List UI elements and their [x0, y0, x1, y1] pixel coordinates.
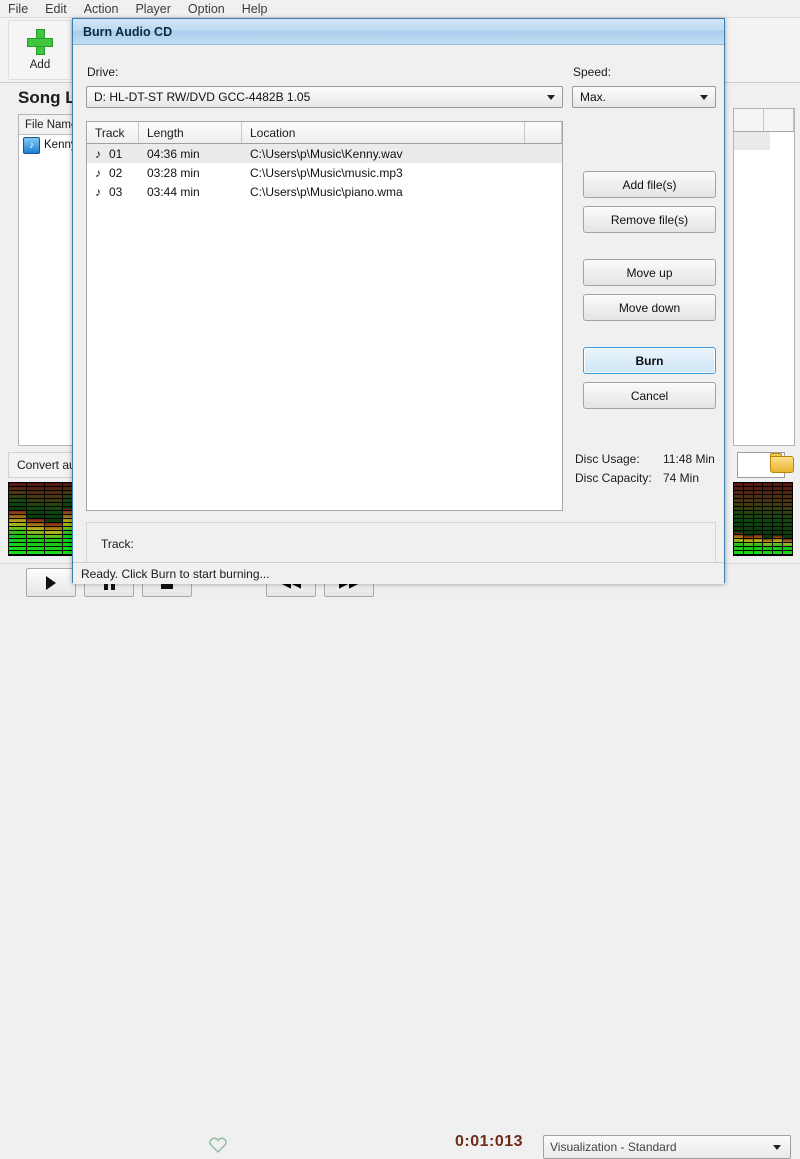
heart-icon[interactable] [208, 1136, 228, 1154]
equalizer-bar [9, 483, 27, 555]
chevron-down-icon [773, 1144, 781, 1150]
add-button[interactable]: Add [8, 20, 72, 80]
speed-select-value: Max. [580, 90, 607, 104]
plus-icon [27, 29, 53, 55]
disc-capacity-row: Disc Capacity: 74 Min [575, 471, 725, 485]
track-list-header: Track Length Location [87, 122, 562, 144]
move-down-button[interactable]: Move down [583, 294, 716, 321]
dialog-title: Burn Audio CD [83, 24, 173, 39]
drive-label: Drive: [87, 65, 119, 79]
burn-button[interactable]: Burn [583, 347, 716, 374]
play-icon[interactable] [26, 568, 76, 597]
disc-info: Disc Usage: 11:48 Min Disc Capacity: 74 … [575, 452, 725, 490]
add-files-button[interactable]: Add file(s) [583, 171, 716, 198]
track-length: 04:36 min [147, 146, 200, 161]
secondary-list-panel[interactable] [733, 108, 795, 446]
equalizer-bar [783, 483, 792, 555]
menu-item-edit[interactable]: Edit [45, 2, 67, 16]
menu-item-action[interactable]: Action [84, 2, 119, 16]
menu-item-help[interactable]: Help [242, 2, 268, 16]
disc-capacity-label: Disc Capacity: [575, 471, 652, 485]
track-number: 03 [109, 184, 123, 199]
secondary-list-row[interactable] [734, 132, 770, 150]
column-header-filler [525, 122, 562, 143]
disc-usage-row: Disc Usage: 11:48 Min [575, 452, 725, 466]
equalizer-bar [734, 483, 743, 555]
track-location: C:\Users\p\Music\piano.wma [250, 184, 403, 199]
cancel-button[interactable]: Cancel [583, 382, 716, 409]
move-up-button[interactable]: Move up [583, 259, 716, 286]
track-list-body: ♪ 01 04:36 min C:\Users\p\Music\Kenny.wav ♪ 0… [87, 144, 562, 201]
equalizer-bar [743, 483, 753, 555]
track-length: 03:44 min [147, 184, 200, 199]
equalizer-bar [27, 483, 45, 555]
equalizer-bar [45, 483, 63, 555]
column-header-track: Track [87, 122, 139, 143]
track-row[interactable]: ♪ 02 03:28 min C:\Users\p\Music\music.mp3 [87, 163, 562, 182]
add-button-label: Add [29, 59, 51, 71]
dialog-status-bar: Ready. Click Burn to start burning... [73, 562, 724, 584]
menu-item-player[interactable]: Player [135, 2, 170, 16]
equalizer-bar [753, 483, 763, 555]
track-length: 03:28 min [147, 165, 200, 180]
burn-audio-cd-dialog: Burn Audio CD Drive: D: HL-DT-ST RW/DVD … [72, 18, 725, 584]
chevron-down-icon [547, 94, 555, 100]
drive-select-value: D: HL-DT-ST RW/DVD GCC-4482B 1.05 [94, 90, 311, 104]
secondary-header-col-1 [734, 109, 764, 131]
secondary-header-col-2 [764, 109, 794, 131]
dialog-body: Drive: D: HL-DT-ST RW/DVD GCC-4482B 1.05… [73, 45, 724, 584]
remove-files-button[interactable]: Remove file(s) [583, 206, 716, 233]
visualization-select[interactable]: Visualization - Standard [543, 1135, 791, 1159]
track-location: C:\Users\p\Music\music.mp3 [250, 165, 403, 180]
folder-icon[interactable] [770, 453, 794, 473]
speed-select[interactable]: Max. [572, 86, 716, 108]
track-progress-label: Track: [101, 537, 134, 551]
track-location: C:\Users\p\Music\Kenny.wav [250, 146, 403, 161]
music-note-icon: ♪ [95, 184, 101, 199]
menu-bar: File Edit Action Player Option Help [0, 0, 800, 17]
track-row[interactable]: ♪ 01 04:36 min C:\Users\p\Music\Kenny.wav [87, 144, 562, 163]
equalizer-bar [773, 483, 783, 555]
menu-item-file[interactable]: File [8, 2, 28, 16]
disc-usage-value: 11:48 Min [663, 452, 715, 466]
track-row[interactable]: ♪ 03 03:44 min C:\Users\p\Music\piano.wma [87, 182, 562, 201]
drive-select[interactable]: D: HL-DT-ST RW/DVD GCC-4482B 1.05 [86, 86, 563, 108]
music-note-icon: ♪ [95, 146, 101, 161]
equalizer-bar [763, 483, 773, 555]
playback-time-display: 0:01:013 [455, 1133, 524, 1150]
chevron-down-icon [700, 94, 708, 100]
column-header-length: Length [139, 122, 242, 143]
disc-usage-label: Disc Usage: [575, 452, 640, 466]
music-note-icon: ♪ [95, 165, 101, 180]
track-list[interactable]: Track Length Location ♪ 01 04:36 min C:\Use… [86, 121, 563, 511]
track-number: 01 [109, 146, 123, 161]
equalizer-visualizer-right [733, 482, 793, 556]
music-note-icon: ♪ [23, 136, 40, 154]
menu-item-option[interactable]: Option [188, 2, 225, 16]
speed-label: Speed: [573, 65, 612, 79]
track-number: 02 [109, 165, 123, 180]
dialog-title-bar[interactable]: Burn Audio CD [73, 19, 724, 45]
secondary-list-header [734, 109, 794, 132]
visualization-select-label: Visualization - Standard [550, 1140, 677, 1154]
column-header-location: Location [242, 122, 525, 143]
disc-capacity-value: 74 Min [663, 471, 700, 485]
